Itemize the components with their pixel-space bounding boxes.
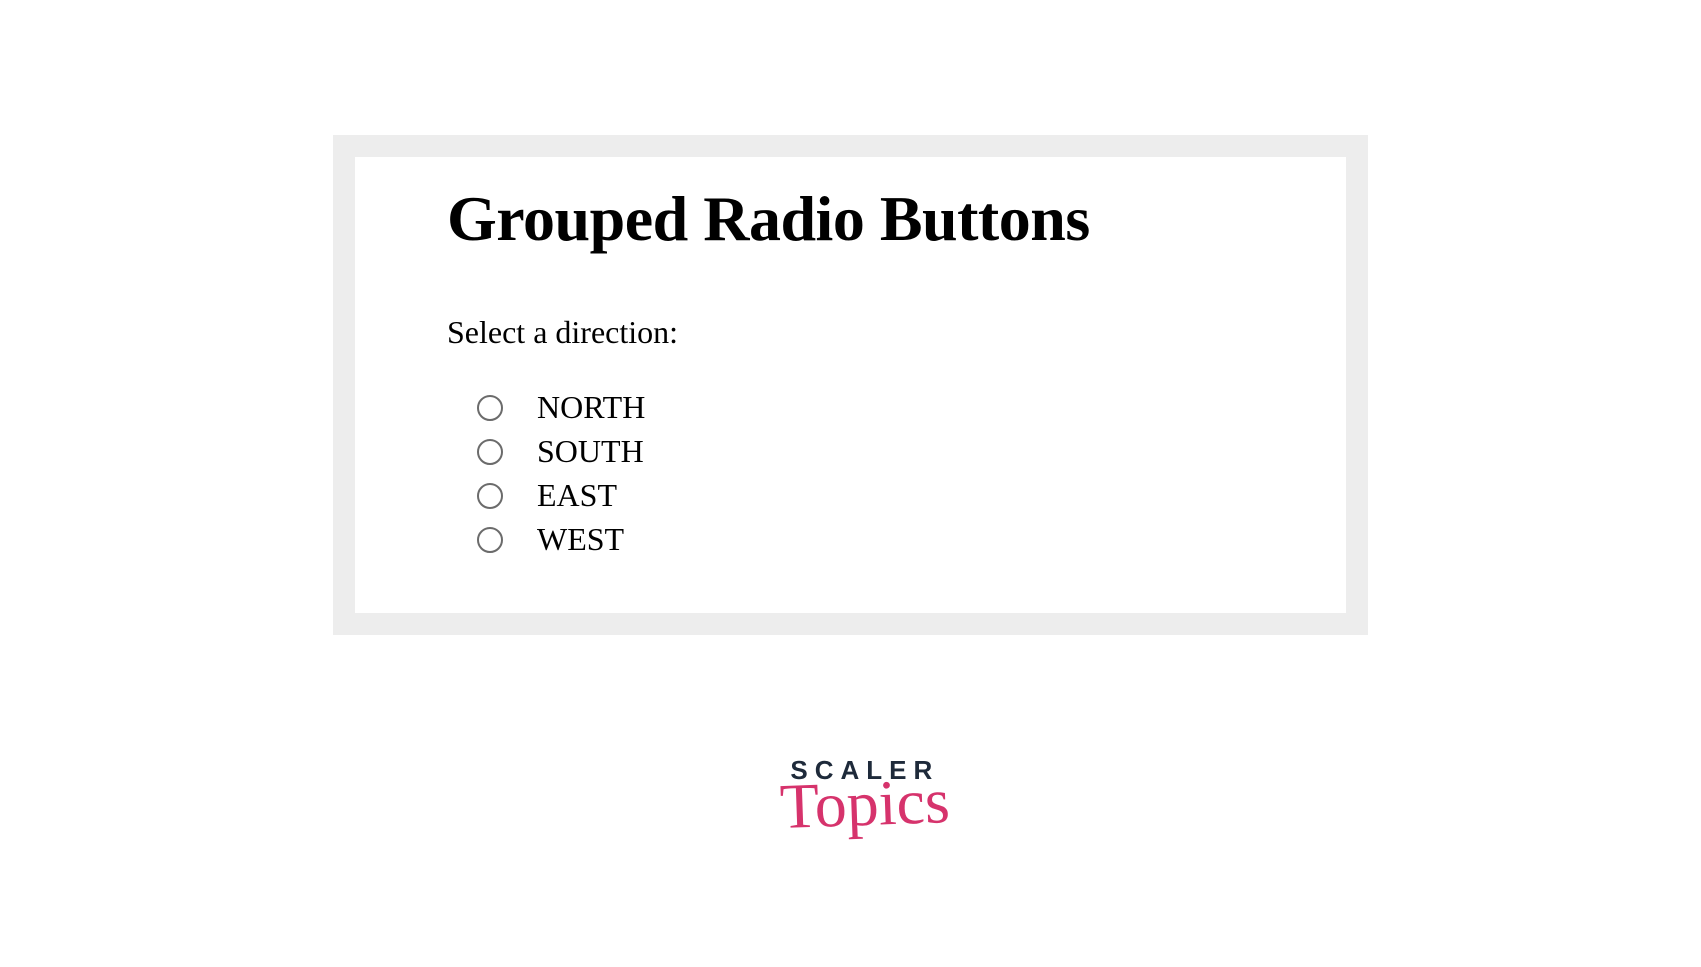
prompt-text: Select a direction: <box>447 314 1301 351</box>
content-frame: Grouped Radio Buttons Select a direction… <box>333 135 1368 635</box>
radio-group: NORTH SOUTH EAST WEST <box>447 389 1301 558</box>
radio-icon[interactable] <box>477 483 503 509</box>
radio-option-west[interactable]: WEST <box>477 521 1301 558</box>
page-heading: Grouped Radio Buttons <box>447 182 1301 256</box>
logo-subtitle: Topics <box>779 769 951 839</box>
radio-icon[interactable] <box>477 527 503 553</box>
radio-label[interactable]: SOUTH <box>537 433 644 470</box>
radio-option-north[interactable]: NORTH <box>477 389 1301 426</box>
radio-label[interactable]: EAST <box>537 477 617 514</box>
scaler-topics-logo: SCALER Topics <box>780 755 950 836</box>
radio-label[interactable]: NORTH <box>537 389 645 426</box>
radio-icon[interactable] <box>477 395 503 421</box>
radio-label[interactable]: WEST <box>537 521 624 558</box>
radio-icon[interactable] <box>477 439 503 465</box>
radio-option-south[interactable]: SOUTH <box>477 433 1301 470</box>
radio-option-east[interactable]: EAST <box>477 477 1301 514</box>
content-inner: Grouped Radio Buttons Select a direction… <box>355 157 1346 613</box>
